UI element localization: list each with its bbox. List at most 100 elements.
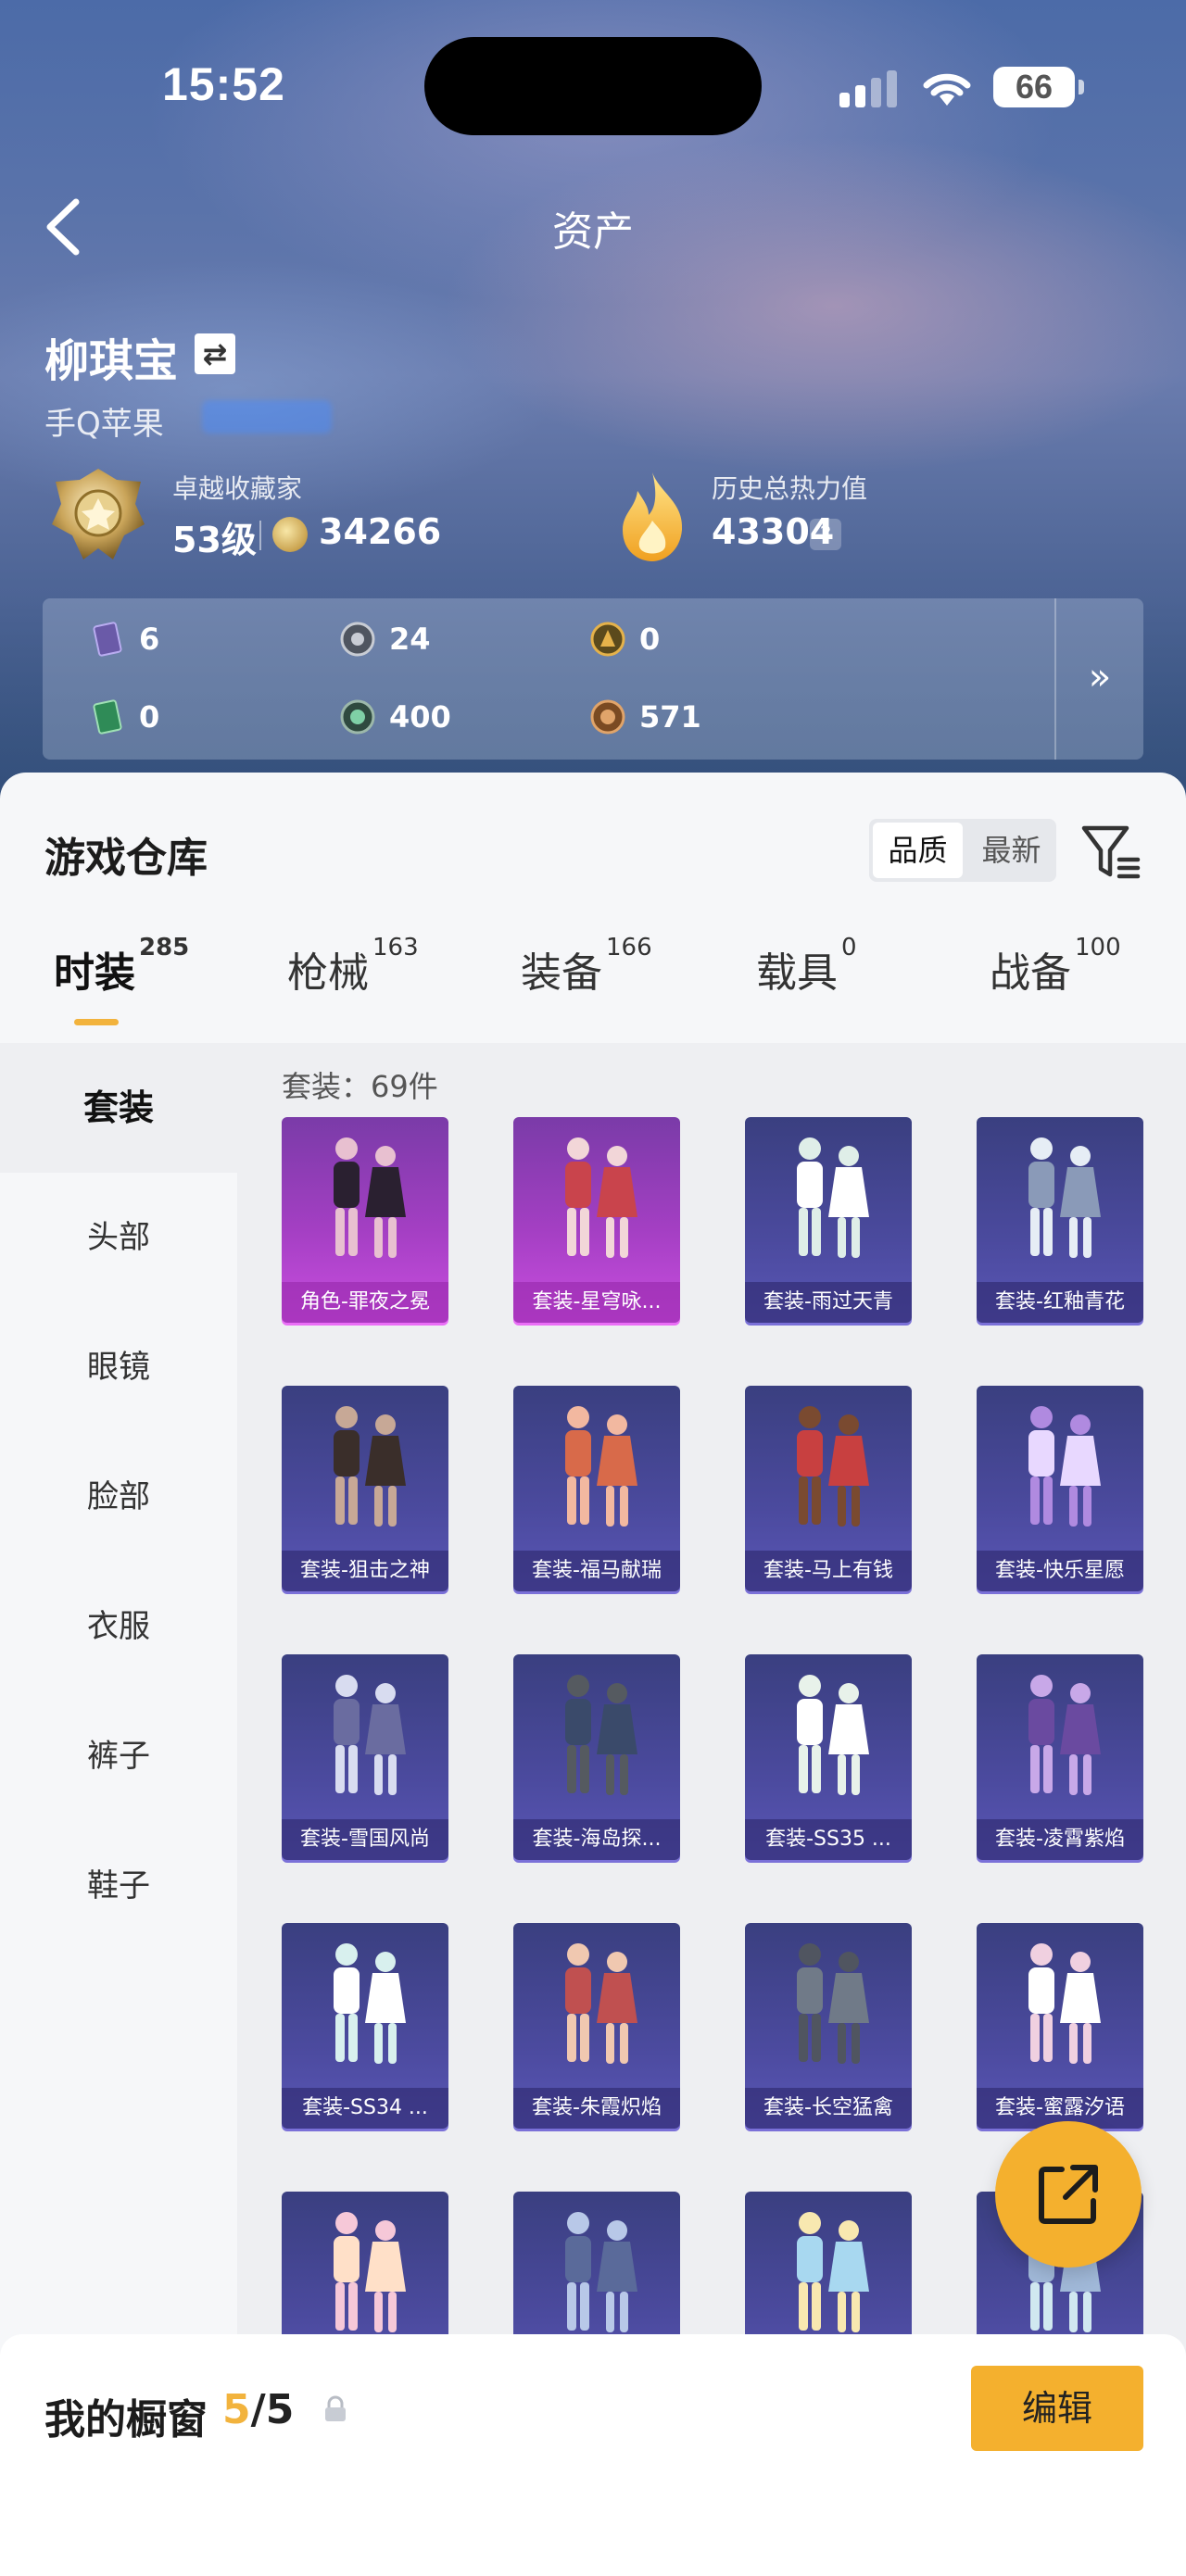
sidebar-item-glasses[interactable]: 眼镜 bbox=[0, 1302, 237, 1432]
currency-value: 400 bbox=[389, 699, 451, 735]
sidebar-item-shoes[interactable]: 鞋子 bbox=[0, 1821, 237, 1951]
currency-value: 571 bbox=[639, 699, 701, 735]
tab-count: 163 bbox=[372, 934, 419, 961]
tab-label: 战备 bbox=[990, 949, 1071, 997]
tab-equipment[interactable]: 装备166 bbox=[521, 934, 652, 1032]
outfit-figure-icon bbox=[334, 1406, 406, 1527]
outfit-figure-icon bbox=[334, 1137, 406, 1258]
item-label: 套装-雪国风尚 bbox=[282, 1819, 448, 1860]
tab-fashion[interactable]: 时装285 bbox=[54, 934, 189, 1032]
outfit-figure-icon bbox=[797, 2212, 869, 2332]
page-title: 资产 bbox=[552, 208, 634, 256]
item-card[interactable]: 套装-海岛探... bbox=[513, 1654, 680, 1860]
sidebar-item-clothes[interactable]: 衣服 bbox=[0, 1562, 237, 1691]
nav-bar: 资产 bbox=[0, 176, 1186, 278]
sidebar-item-pants[interactable]: 裤子 bbox=[0, 1691, 237, 1821]
tab-count: 166 bbox=[606, 934, 652, 961]
currency-item: 0 bbox=[89, 695, 159, 739]
item-label: 角色-罪夜之冕 bbox=[282, 1282, 448, 1323]
tab-label: 载具 bbox=[756, 949, 838, 997]
item-label: 套装-星穹咏... bbox=[513, 1282, 680, 1323]
item-card[interactable]: 套装-福马献瑞 bbox=[513, 1386, 680, 1591]
green-orb-icon bbox=[340, 699, 375, 735]
outfit-figure-icon bbox=[1028, 1137, 1101, 1258]
sidebar-item-head[interactable]: 头部 bbox=[0, 1173, 237, 1302]
outfit-figure-icon bbox=[565, 1943, 637, 2064]
outfit-figure-icon bbox=[334, 1675, 406, 1795]
item-label: 套装-狙击之神 bbox=[282, 1551, 448, 1591]
item-card[interactable]: 套装-雨过天青 bbox=[745, 1117, 912, 1323]
showcase-total: /5 bbox=[250, 2386, 295, 2433]
item-card[interactable]: 套装-长空猛禽 bbox=[745, 1923, 912, 2129]
item-label: 套装-红釉青花 bbox=[977, 1282, 1143, 1323]
outfit-figure-icon bbox=[565, 1675, 637, 1795]
outfit-figure-icon bbox=[1028, 1943, 1101, 2064]
edit-button[interactable]: 编辑 bbox=[971, 2366, 1143, 2451]
outfit-figure-icon bbox=[797, 1137, 869, 1258]
item-count-label: 套装：69件 bbox=[282, 1069, 438, 1104]
currency-item: 0 bbox=[589, 617, 660, 661]
lock-icon bbox=[325, 2395, 346, 2421]
divider bbox=[259, 521, 261, 550]
collector-block[interactable]: 卓越收藏家 53级 34266 bbox=[44, 463, 600, 574]
currency-value: 24 bbox=[389, 622, 431, 657]
tab-weapons[interactable]: 枪械163 bbox=[287, 934, 419, 1032]
outfit-figure-icon bbox=[1028, 1406, 1101, 1527]
blurred-link[interactable] bbox=[202, 400, 332, 434]
active-tab-indicator bbox=[74, 1019, 119, 1025]
collector-title: 卓越收藏家 bbox=[172, 473, 303, 504]
item-card[interactable]: 套装-狙击之神 bbox=[282, 1386, 448, 1591]
item-label: 套装-SS34 ... bbox=[282, 2088, 448, 2129]
status-bar: 15:52 66 bbox=[0, 0, 1186, 176]
sort-toggle[interactable]: 品质 最新 bbox=[869, 819, 1056, 882]
currency-item: 400 bbox=[339, 695, 451, 739]
tab-supplies[interactable]: 战备100 bbox=[990, 934, 1121, 1032]
user-name: 柳琪宝 bbox=[44, 335, 179, 387]
help-icon[interactable]: ? bbox=[810, 519, 841, 550]
switch-account-icon[interactable]: ⇄ bbox=[195, 333, 235, 374]
item-card[interactable]: 套装-快乐星愿 bbox=[977, 1386, 1143, 1591]
item-label: 套装-快乐星愿 bbox=[977, 1551, 1143, 1591]
currency-value: 0 bbox=[139, 699, 160, 735]
heat-title: 历史总热力值 bbox=[712, 473, 868, 504]
item-card[interactable]: 套装-红釉青花 bbox=[977, 1117, 1143, 1323]
tab-label: 枪械 bbox=[287, 949, 369, 997]
sidebar-item-face[interactable]: 脸部 bbox=[0, 1432, 237, 1562]
tab-label: 时装 bbox=[54, 949, 135, 997]
item-label: 套装-朱霞炽焰 bbox=[513, 2088, 680, 2129]
item-card[interactable]: 套装-朱霞炽焰 bbox=[513, 1923, 680, 2129]
sort-quality-button[interactable]: 品质 bbox=[873, 823, 963, 878]
clock: 15:52 bbox=[162, 58, 285, 110]
tab-vehicles[interactable]: 载具0 bbox=[756, 934, 857, 1032]
outfit-figure-icon bbox=[1028, 1675, 1101, 1795]
item-card[interactable]: 套装-SS35 ... bbox=[745, 1654, 912, 1860]
sort-latest-button[interactable]: 最新 bbox=[966, 819, 1056, 882]
tab-count: 100 bbox=[1075, 934, 1121, 961]
item-label: 套装-雨过天青 bbox=[745, 1282, 912, 1323]
collector-level: 53级 bbox=[172, 520, 257, 560]
outfit-figure-icon bbox=[334, 1943, 406, 2064]
showcase-current: 5 bbox=[222, 2386, 251, 2433]
filter-icon[interactable] bbox=[1079, 819, 1143, 884]
sidebar-item-suits[interactable]: 套装 bbox=[0, 1043, 237, 1173]
item-card[interactable]: 套装-马上有钱 bbox=[745, 1386, 912, 1591]
item-card[interactable]: 套装-SS34 ... bbox=[282, 1923, 448, 2129]
currency-panel[interactable]: 6 24 0 0 400 571 » bbox=[43, 598, 1143, 760]
platform-label: 手Q苹果 bbox=[44, 406, 164, 443]
heat-block[interactable]: 历史总热力值 43304 ? bbox=[615, 463, 1134, 574]
item-card[interactable]: 套装-星穹咏... bbox=[513, 1117, 680, 1323]
showcase-count: 5/5 bbox=[222, 2386, 294, 2433]
item-card[interactable]: 套装-雪国风尚 bbox=[282, 1654, 448, 1860]
warehouse-title: 游戏仓库 bbox=[44, 835, 208, 882]
expand-currency-arrow-icon[interactable]: » bbox=[1054, 598, 1143, 760]
currency-value: 6 bbox=[139, 622, 160, 657]
item-card[interactable]: 套装-凌霄紫焰 bbox=[977, 1654, 1143, 1860]
item-label: 套装-马上有钱 bbox=[745, 1551, 912, 1591]
dynamic-island bbox=[424, 37, 762, 135]
gold-token-icon bbox=[590, 622, 625, 657]
tab-count: 0 bbox=[841, 934, 857, 961]
item-card[interactable]: 角色-罪夜之冕 bbox=[282, 1117, 448, 1323]
share-button[interactable] bbox=[995, 2121, 1142, 2268]
item-card[interactable]: 套装-蜜露汐语 bbox=[977, 1923, 1143, 2129]
tab-count: 285 bbox=[139, 934, 190, 961]
